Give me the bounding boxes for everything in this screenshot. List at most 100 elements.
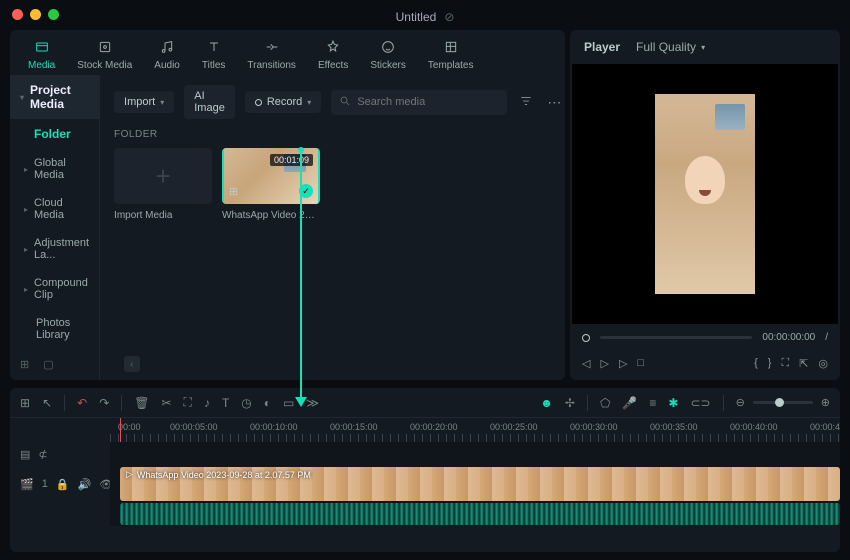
redo-icon[interactable]: ↷ bbox=[99, 396, 109, 410]
track-header-row: ▤ ⊄ bbox=[10, 442, 840, 466]
search-field[interactable] bbox=[331, 90, 507, 115]
effects-icon bbox=[324, 38, 342, 56]
stock-icon bbox=[96, 38, 114, 56]
search-input[interactable] bbox=[357, 96, 499, 108]
import-media-tile[interactable]: + Import Media bbox=[114, 148, 212, 221]
marker-icon[interactable]: ⬠ bbox=[600, 396, 610, 410]
more-tools-icon[interactable]: ≫ bbox=[306, 396, 319, 410]
prev-frame-icon[interactable]: ◁ bbox=[582, 357, 590, 370]
new-folder-icon[interactable]: ⊞ bbox=[20, 358, 29, 371]
crop-tool-icon[interactable]: ⛶ bbox=[184, 395, 192, 410]
timeline-panel: ⊞ ↖ ↶ ↷ 🗑 ✂ ⛶ ♪ T ◷ ◐ ▭ ≫ ☻ ✢ ⬠ 🎤 ≡ ✱ ⊂⊃… bbox=[10, 388, 840, 552]
ai-image-button[interactable]: AI Image bbox=[184, 85, 235, 119]
sidebar: ▾Project Media Folder ▸Global Media ▸Clo… bbox=[10, 75, 100, 380]
timecode-sep: / bbox=[825, 332, 828, 343]
clip-thumbnail[interactable]: 00:01:09 ⊞ ✓ WhatsApp Video 202... bbox=[222, 148, 320, 221]
color-icon[interactable]: ◐ bbox=[264, 396, 271, 410]
adjust-icon[interactable]: ✢ bbox=[565, 396, 575, 410]
mask-icon[interactable]: ▭ bbox=[283, 396, 294, 410]
grid-icon[interactable]: ⊞ bbox=[20, 396, 30, 410]
audio-track[interactable] bbox=[10, 502, 840, 526]
lock-icon[interactable]: 🔒 bbox=[56, 478, 70, 491]
clip-icon: ▷ bbox=[126, 469, 133, 480]
titles-icon bbox=[205, 38, 223, 56]
media-toolbar: Import▾ AI Image Record▾ ⋯ bbox=[114, 85, 563, 119]
sidebar-item-cloud[interactable]: ▸Cloud Media bbox=[10, 189, 99, 229]
brace-close-icon[interactable]: } bbox=[768, 357, 772, 370]
stop-icon[interactable]: □ bbox=[637, 357, 644, 370]
expand-icon: ⊞ bbox=[229, 185, 238, 198]
pointer-icon[interactable]: ↖ bbox=[42, 396, 52, 410]
tracks: ▤ ⊄ 🎬 1 🔒 🔊 👁 ▷WhatsApp Video 2023-09-28… bbox=[10, 442, 840, 526]
scrub-bar[interactable]: 00:00:00:00 / bbox=[570, 324, 840, 351]
track-number: 1 bbox=[42, 478, 48, 490]
zoom-control[interactable]: ⊖ ⊕ bbox=[736, 396, 830, 409]
clip-duration: 00:01:09 bbox=[270, 154, 313, 166]
mixer-icon[interactable]: ≡ bbox=[649, 396, 656, 410]
undo-icon[interactable]: ↶ bbox=[77, 396, 87, 410]
player-label: Player bbox=[584, 40, 620, 54]
brace-open-icon[interactable]: { bbox=[754, 357, 758, 370]
snap-icon[interactable]: ✱ bbox=[668, 396, 678, 410]
transitions-icon bbox=[263, 38, 281, 56]
player-panel: Player Full Quality▾ 00:00:00:00 / ◁ ▷ ▷… bbox=[570, 30, 840, 380]
track-view-icon[interactable]: ▤ bbox=[20, 448, 30, 461]
tab-stock-media[interactable]: Stock Media bbox=[77, 38, 132, 71]
mute-icon[interactable]: 🔊 bbox=[78, 478, 92, 491]
search-icon bbox=[339, 95, 351, 110]
record-button[interactable]: Record▾ bbox=[245, 91, 321, 113]
tab-effects[interactable]: Effects bbox=[318, 38, 348, 71]
folder-icon[interactable]: ▢ bbox=[43, 358, 53, 371]
project-media-header[interactable]: ▾Project Media bbox=[10, 75, 99, 119]
media-content: Import▾ AI Image Record▾ ⋯ FOLDER + Impo… bbox=[100, 75, 577, 380]
zoom-out-icon[interactable]: ⊖ bbox=[736, 396, 745, 409]
tab-templates[interactable]: Templates bbox=[428, 38, 474, 71]
scrub-track[interactable] bbox=[600, 336, 752, 339]
play-icon[interactable]: ▷ bbox=[600, 357, 608, 370]
templates-icon bbox=[442, 38, 460, 56]
mic-icon[interactable]: 🎤 bbox=[622, 396, 637, 410]
speed-icon[interactable]: ◷ bbox=[241, 396, 251, 410]
crop-icon[interactable]: ⛶ bbox=[781, 357, 789, 370]
section-label: FOLDER bbox=[114, 129, 563, 140]
ai-tool-icon[interactable]: ☻ bbox=[540, 396, 553, 410]
sidebar-item-adjustment[interactable]: ▸Adjustment La... bbox=[10, 229, 99, 269]
time-ruler[interactable]: 00:00 00:00:05:00 00:00:10:00 00:00:15:0… bbox=[10, 418, 840, 442]
link-icon[interactable]: ⊂⊃ bbox=[690, 396, 710, 410]
filter-icon[interactable] bbox=[517, 92, 535, 113]
timecode: 00:00:00:00 bbox=[762, 332, 815, 343]
zoom-slider[interactable] bbox=[753, 401, 813, 404]
stickers-icon bbox=[379, 38, 397, 56]
tab-titles[interactable]: Titles bbox=[202, 38, 226, 71]
sync-icon: ⊘ bbox=[444, 10, 454, 24]
snapshot-icon[interactable]: ◎ bbox=[818, 357, 828, 370]
tab-transitions[interactable]: Transitions bbox=[247, 38, 296, 71]
thumbnail-grid: + Import Media 00:01:09 ⊞ ✓ WhatsApp Vid… bbox=[114, 148, 563, 221]
music-icon[interactable]: ♪ bbox=[204, 396, 210, 410]
folder-active[interactable]: Folder bbox=[10, 119, 99, 149]
export-icon[interactable]: ⇱ bbox=[799, 357, 808, 370]
playhead[interactable] bbox=[120, 418, 121, 442]
more-icon[interactable]: ⋯ bbox=[545, 92, 563, 113]
delete-icon[interactable]: 🗑 bbox=[134, 396, 149, 410]
tab-stickers[interactable]: Stickers bbox=[370, 38, 406, 71]
titlebar: Untitled ⊘ bbox=[0, 10, 850, 24]
top-nav: Media Stock Media Audio Titles Transitio… bbox=[10, 30, 565, 75]
zoom-in-icon[interactable]: ⊕ bbox=[821, 396, 830, 409]
import-button[interactable]: Import▾ bbox=[114, 91, 174, 113]
sidebar-item-compound[interactable]: ▸Compound Clip bbox=[10, 269, 99, 309]
play-forward-icon[interactable]: ▷ bbox=[619, 357, 627, 370]
player-viewport[interactable] bbox=[572, 64, 838, 324]
tab-media[interactable]: Media bbox=[28, 38, 55, 71]
video-clip[interactable]: ▷WhatsApp Video 2023-09-28 at 2.07.57 PM bbox=[120, 467, 840, 501]
audio-waveform[interactable] bbox=[120, 503, 840, 525]
quality-dropdown[interactable]: Full Quality▾ bbox=[636, 40, 705, 54]
playhead-dot[interactable] bbox=[582, 334, 590, 342]
text-icon[interactable]: T bbox=[222, 396, 229, 410]
video-track[interactable]: 🎬 1 🔒 🔊 👁 ▷WhatsApp Video 2023-09-28 at … bbox=[10, 466, 840, 502]
tab-audio[interactable]: Audio bbox=[154, 38, 180, 71]
sidebar-item-global[interactable]: ▸Global Media bbox=[10, 149, 99, 189]
unlink-icon[interactable]: ⊄ bbox=[38, 448, 47, 461]
cut-icon[interactable]: ✂ bbox=[161, 396, 171, 410]
sidebar-item-photos[interactable]: Photos Library bbox=[10, 309, 99, 349]
